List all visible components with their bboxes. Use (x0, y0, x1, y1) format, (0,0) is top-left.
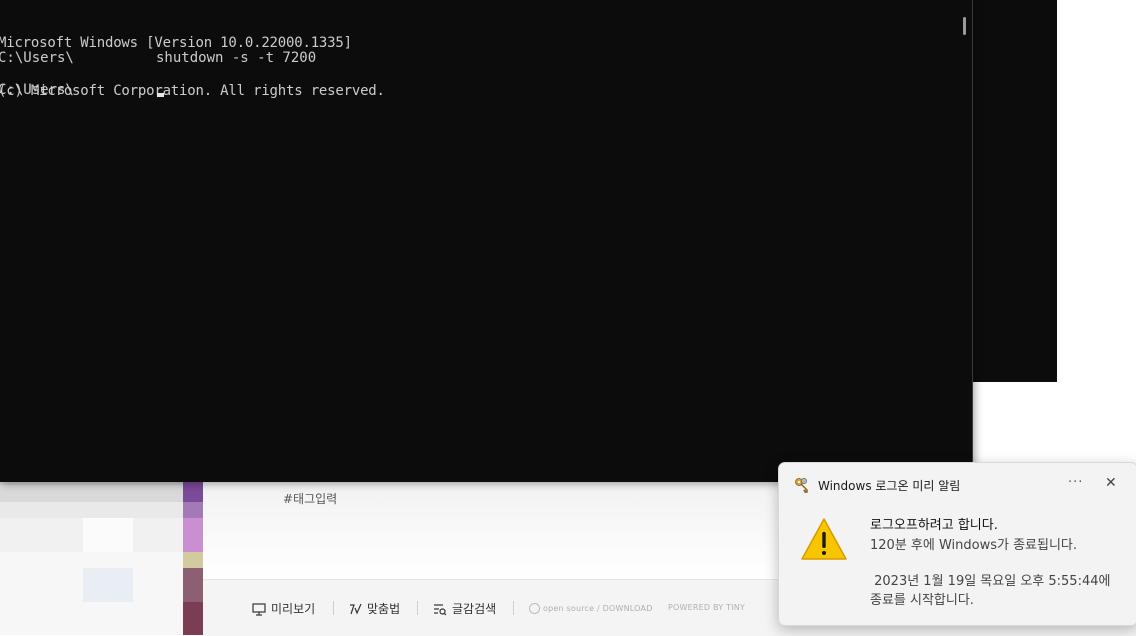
toast-title: 로그오프하려고 합니다. (870, 518, 998, 533)
console-version-line: Microsoft Windows [Version 10.0.22000.13… (0, 35, 352, 51)
command-prompt-window[interactable]: Microsoft Windows [Version 10.0.22000.13… (0, 0, 973, 482)
tag-input[interactable]: #태그입력 (283, 490, 337, 507)
close-button[interactable]: ✕ (1105, 475, 1117, 491)
toast-message-line: 2023년 1월 19일 목요일 오후 5:55:44에 (870, 574, 1111, 589)
material-search-label: 글감검색 (452, 602, 497, 616)
spellcheck-label: 맞춤법 (367, 602, 401, 616)
toast-message-line: 종료를 시작합니다. (870, 593, 974, 608)
toast-app-name: Windows 로그온 미리 알림 (818, 479, 961, 493)
logoff-notification-toast[interactable]: Windows 로그온 미리 알림 ··· ✕ 로그오프하려고 합니다. 120… (778, 462, 1136, 626)
open-source-icon (529, 603, 540, 614)
more-options-button[interactable]: ··· (1068, 475, 1083, 490)
spellcheck-button[interactable]: 맞춤법 (348, 600, 400, 617)
toast-message-line: 120분 후에 Windows가 종료됩니다. (870, 538, 1078, 553)
console-scrollbar-thumb[interactable] (963, 17, 966, 35)
preview-label: 미리보기 (271, 602, 316, 616)
powered-by-label: POWERED BY TINY (668, 603, 745, 612)
background-console-window (960, 0, 1057, 382)
console-copyright-line: (c) Microsoft Corporation. All rights re… (0, 83, 385, 99)
console-output: Microsoft Windows [Version 10.0.22000.13… (0, 3, 952, 131)
spellcheck-icon (350, 603, 362, 615)
open-source-link[interactable]: open source / DOWNLOAD (529, 603, 653, 614)
toolbar-divider (513, 601, 514, 615)
console-scrollbar[interactable] (955, 0, 972, 482)
console-command: shutdown -s -t 7200 (156, 50, 317, 66)
warning-icon (801, 518, 847, 560)
text-cursor (157, 93, 164, 97)
toolbar-divider (333, 601, 334, 615)
monitor-icon (252, 602, 266, 616)
material-search-button[interactable]: 글감검색 (433, 600, 496, 617)
open-source-label: open source / DOWNLOAD (543, 604, 653, 613)
preview-button[interactable]: 미리보기 (252, 600, 315, 617)
console-prompt: C:\Users\ (0, 50, 74, 66)
document-search-icon (434, 603, 447, 615)
console-prompt: C:\Users\ (0, 82, 74, 98)
keys-icon (795, 478, 808, 493)
toolbar-divider (417, 601, 418, 615)
